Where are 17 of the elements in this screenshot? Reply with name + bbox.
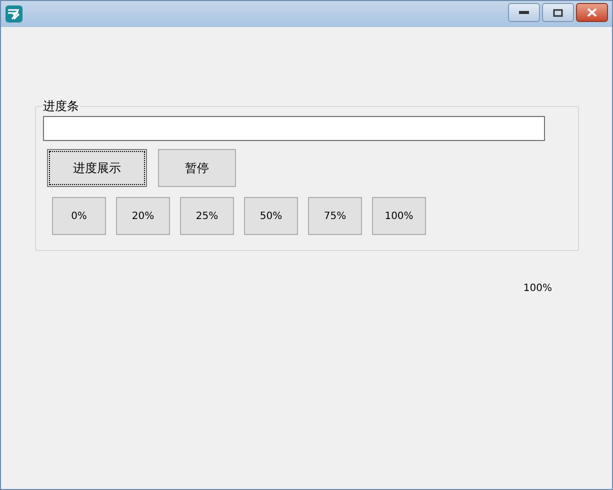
close-icon	[587, 8, 597, 17]
action-button[interactable]: 进度展示	[47, 149, 147, 187]
maximize-button[interactable]	[542, 3, 574, 22]
progress-value-label: 100%	[523, 282, 552, 296]
action-button[interactable]: 暂停	[158, 149, 236, 187]
app-icon	[5, 5, 23, 23]
minimize-button[interactable]	[508, 3, 540, 22]
preset-button[interactable]: 20%	[116, 197, 170, 235]
preset-button[interactable]: 50%	[244, 197, 298, 235]
preset-button[interactable]: 75%	[308, 197, 362, 235]
minimize-icon	[519, 10, 529, 14]
group-title: 进度条	[42, 98, 80, 114]
preset-button[interactable]: 0%	[52, 197, 106, 235]
preset-button[interactable]: 25%	[180, 197, 234, 235]
preset-button[interactable]: 100%	[372, 197, 426, 235]
close-button[interactable]	[576, 3, 608, 22]
maximize-icon	[553, 8, 563, 16]
